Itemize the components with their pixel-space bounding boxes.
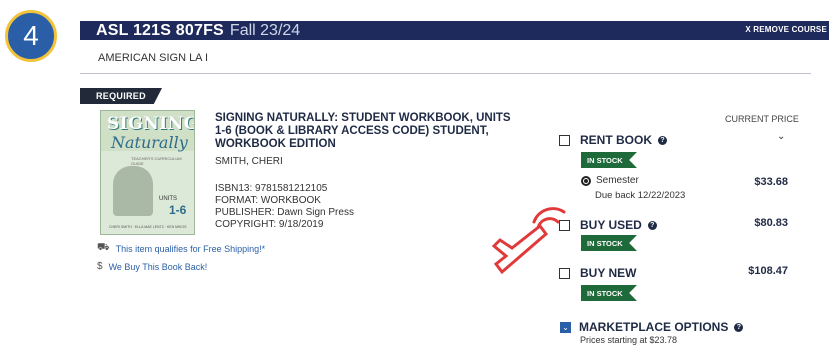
book-format: FORMAT: WORKBOOK [215,195,321,206]
semester-label: Semester [596,175,639,186]
course-header-bar: ASL 121S 807FS Fall 23/24 X REMOVE COURS… [80,21,829,40]
semester-radio[interactable] [581,175,591,186]
rent-term-option[interactable]: Semester [581,175,639,186]
rent-book-checkbox[interactable] [559,134,570,146]
marketplace-starting-price: Prices starting at $23.78 [580,335,678,345]
course-term: Fall 23/24 [229,21,301,39]
book-isbn: ISBN13: 9781581212105 [215,183,328,194]
current-price-header: CURRENT PRICE [725,114,799,124]
free-shipping-text: This item qualifies for Free Shipping!* [115,243,266,254]
rent-book-option[interactable]: RENT BOOK ? [559,133,667,147]
remove-course-link[interactable]: X REMOVE COURSE [745,25,827,34]
buy-new-option[interactable]: BUY NEW [559,266,636,280]
required-label: REQUIRED [96,91,146,101]
course-code: ASL 121S 807FS [96,21,224,39]
used-stock-badge: IN STOCK [581,235,637,251]
info-icon[interactable]: ? [647,220,657,230]
new-price: $108.47 [748,265,788,277]
book-cover-image[interactable]: SIGNING Naturally TEACHER'S CURRICULUM G… [100,110,195,235]
cover-units-label: UNITS [159,196,177,202]
info-icon[interactable]: ? [658,135,667,145]
marketplace-options-toggle[interactable]: ⌄ MARKETPLACE OPTIONS ? [560,320,744,334]
marketplace-label: MARKETPLACE OPTIONS [579,320,729,334]
chevron-down-icon[interactable]: ⌄ [777,131,785,142]
buy-used-label: BUY USED [580,218,642,232]
book-publisher: PUBLISHER: Dawn Sign Press [215,207,354,218]
free-shipping-link[interactable]: ⛟ This item qualifies for Free Shipping!… [97,242,265,255]
cover-title-line2: Naturally [111,133,188,152]
cover-authors: CHERI SMITH · ELLA MAE LENTZ · KEN MIKOS [109,225,187,229]
book-title: SIGNING NATURALLY: STUDENT WORKBOOK, UNI… [215,112,511,150]
marketplace-icon: ⌄ [560,321,571,333]
buy-used-option[interactable]: BUY USED ? [559,218,657,232]
cover-subtitle: TEACHER'S CURRICULUM GUIDE [131,156,182,166]
pointer-hand-icon [491,207,566,275]
cover-figure-illustration [113,166,153,216]
rent-price: $33.68 [754,176,788,188]
info-icon[interactable]: ? [734,322,744,332]
course-name: AMERICAN SIGN LA I [98,52,209,64]
buy-new-label: BUY NEW [580,266,637,280]
cover-title-line1: SIGNING [107,114,195,134]
dollar-icon: $ [97,261,103,272]
step-number-badge: 4 [5,10,57,62]
required-tag: REQUIRED [80,88,162,104]
book-details: ISBN13: 9781581212105 FORMAT: WORKBOOK P… [215,183,354,231]
divider [80,73,811,74]
rent-stock-badge: IN STOCK [581,152,637,168]
rent-book-label: RENT BOOK [580,133,652,147]
buyback-text: We Buy This Book Back! [108,261,208,272]
book-copyright: COPYRIGHT: 9/18/2019 [215,219,324,230]
cover-units-number: 1-6 [169,203,187,217]
buyback-link[interactable]: $ We Buy This Book Back! [97,261,207,272]
rent-due-date: Due back 12/22/2023 [595,190,686,201]
used-price: $80.83 [754,217,788,229]
step-number: 4 [23,20,39,51]
truck-icon: ⛟ [97,242,110,253]
new-stock-badge: IN STOCK [581,285,637,301]
book-author: SMITH, CHERI [215,156,283,167]
